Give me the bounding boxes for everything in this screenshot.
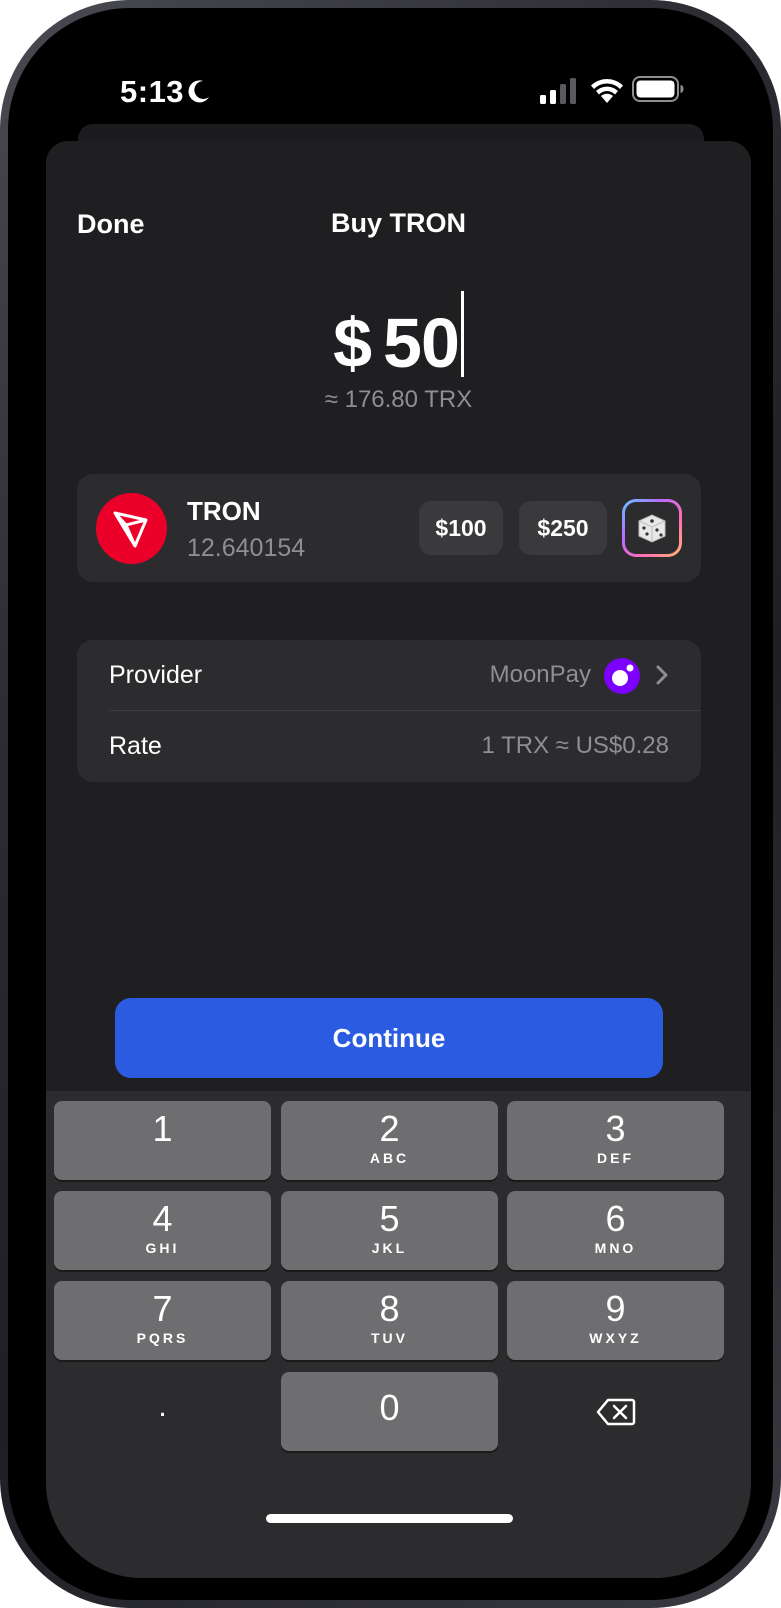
tron-logo-icon <box>96 493 167 564</box>
rate-value: 1 TRX ≈ US$0.28 <box>481 732 670 759</box>
preset-100-button[interactable]: $100 <box>419 501 503 555</box>
asset-name: TRON <box>187 496 261 526</box>
key-0[interactable]: 0 <box>281 1372 498 1451</box>
random-amount-button[interactable] <box>622 499 682 557</box>
page-title: Buy TRON <box>331 208 466 238</box>
moon-icon <box>188 80 209 103</box>
provider-row[interactable]: Provider MoonPay <box>77 640 701 711</box>
text-cursor <box>460 291 464 377</box>
device-bezel: 5:13 Done Buy TRON $ 50 ≈ 176.80 TRX TRO… <box>8 8 773 1600</box>
status-bar: 5:13 <box>46 46 751 136</box>
key-letters: DEF <box>597 1150 634 1166</box>
dice-icon <box>638 514 666 543</box>
key-letters: MNO <box>594 1240 637 1256</box>
key-decimal[interactable]: . <box>54 1372 271 1451</box>
backspace-icon <box>596 1398 635 1425</box>
device-frame: 5:13 Done Buy TRON $ 50 ≈ 176.80 TRX TRO… <box>0 0 781 1608</box>
key-1[interactable]: 1 <box>54 1101 271 1180</box>
key-4[interactable]: 4 GHI <box>54 1191 271 1270</box>
key-9[interactable]: 9 WXYZ <box>507 1281 724 1360</box>
key-letters: WXYZ <box>589 1330 642 1346</box>
details-card: Provider MoonPay Rate 1 TRX ≈ US$0.28 <box>77 640 701 782</box>
amount-input[interactable]: $50 <box>46 291 751 383</box>
key-digit: 8 <box>379 1288 400 1329</box>
home-indicator[interactable] <box>266 1514 513 1523</box>
key-digit: 9 <box>605 1288 626 1329</box>
key-digit: 7 <box>152 1288 173 1329</box>
key-5[interactable]: 5 JKL <box>281 1191 498 1270</box>
key-backspace[interactable] <box>507 1372 724 1451</box>
key-digit: 0 <box>379 1387 400 1428</box>
wifi-icon <box>591 79 623 103</box>
battery-icon <box>632 76 684 102</box>
key-digit: 5 <box>379 1198 400 1239</box>
rate-row: Rate 1 TRX ≈ US$0.28 <box>77 711 701 782</box>
currency-symbol: $ <box>333 304 372 382</box>
key-letters: TUV <box>371 1330 408 1346</box>
asset-balance: 12.640154 <box>187 534 306 562</box>
asset-card[interactable]: TRON 12.640154 $100 $250 <box>77 474 701 582</box>
key-2[interactable]: 2 ABC <box>281 1101 498 1180</box>
screen: 5:13 Done Buy TRON $ 50 ≈ 176.80 TRX TRO… <box>46 46 751 1578</box>
key-digit: 4 <box>152 1198 173 1239</box>
key-digit: 6 <box>605 1198 626 1239</box>
provider-label: Provider <box>109 661 203 689</box>
amount-value: 50 <box>383 304 460 382</box>
key-8[interactable]: 8 TUV <box>281 1281 498 1360</box>
key-3[interactable]: 3 DEF <box>507 1101 724 1180</box>
key-letters: PQRS <box>136 1330 189 1346</box>
key-6[interactable]: 6 MNO <box>507 1191 724 1270</box>
key-digit: 1 <box>152 1108 173 1149</box>
preset-250-button[interactable]: $250 <box>519 501 607 555</box>
continue-button[interactable]: Continue <box>115 998 663 1078</box>
cellular-signal-icon <box>540 78 576 104</box>
key-digit: 3 <box>605 1108 626 1149</box>
chevron-right-icon <box>656 665 668 685</box>
moonpay-logo-icon <box>604 658 640 694</box>
rate-label: Rate <box>109 732 162 760</box>
status-time: 5:13 <box>120 74 185 109</box>
key-letters: ABC <box>369 1150 410 1166</box>
numeric-keypad: 1 2 ABC 3 DEF 4 GHI 5 JKL 6 MNO 7 PQRS 8… <box>46 1091 751 1578</box>
buy-sheet: Done Buy TRON $50 ≈ 176.80 TRX TRON 12.6… <box>46 141 751 1578</box>
crypto-equivalent: ≈ 176.80 TRX <box>324 386 473 413</box>
key-letters: JKL <box>371 1240 408 1256</box>
key-letters: GHI <box>145 1240 180 1256</box>
key-7[interactable]: 7 PQRS <box>54 1281 271 1360</box>
key-digit: 2 <box>379 1108 400 1149</box>
provider-value: MoonPay <box>489 661 591 688</box>
